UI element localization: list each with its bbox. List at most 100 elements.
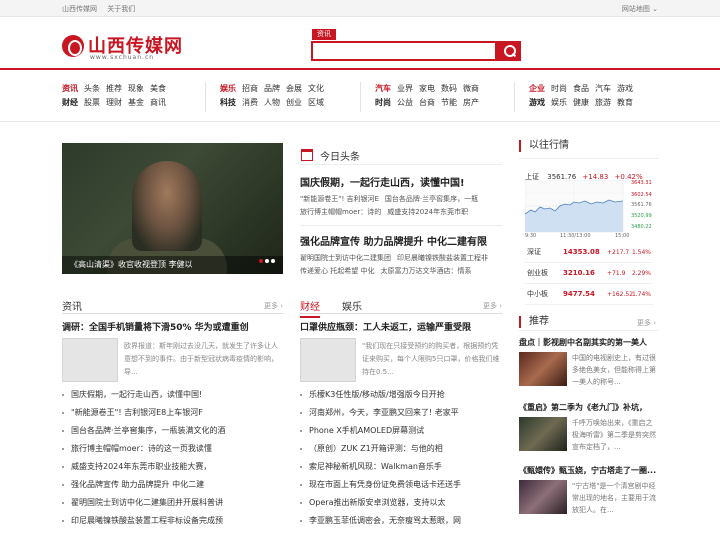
tab-caijing[interactable]: 财经	[300, 298, 320, 318]
nav-item[interactable]: 品牌	[264, 82, 280, 96]
nav-item[interactable]: 教育	[617, 96, 633, 110]
nav-item[interactable]: 推荐	[106, 82, 122, 96]
nav-item[interactable]: 理财	[106, 96, 122, 110]
nav-item[interactable]: 台商	[419, 96, 435, 110]
list-item[interactable]: 李亚鹏玉菲低调密会，无奈瘦骂太惹眼，网	[300, 512, 502, 530]
nav-item[interactable]: 业界	[397, 82, 413, 96]
nav-item[interactable]: 娱乐	[220, 82, 236, 96]
sub-link[interactable]: 传递爱心 托起希望 中化	[300, 267, 374, 275]
nav-item[interactable]: 时尚	[375, 96, 391, 110]
sub-link[interactable]: 旅行博主帽帽moer：诗的	[300, 208, 381, 216]
sitemap-link[interactable]: 网站地图 ⌄	[622, 4, 658, 14]
more-link[interactable]: 更多 ›	[483, 301, 502, 311]
list-item[interactable]: 河南郑州，今天，李亚鹏又回来了! 老家平	[300, 404, 502, 422]
slider-dot[interactable]	[259, 259, 263, 263]
rec-thumbnail[interactable]	[519, 480, 567, 514]
zixun-thumbnail[interactable]	[62, 338, 118, 382]
nav-item[interactable]: 旅游	[595, 96, 611, 110]
top-link-about[interactable]: 关于我们	[107, 5, 135, 13]
nav-item[interactable]: 商讯	[150, 96, 166, 110]
sitemap-label: 网站地图	[621, 5, 650, 13]
list-item[interactable]: Opera推出新版安卓浏览器，支持以太	[300, 494, 502, 512]
site-logo[interactable]: 山西传媒网 www.sxchuan.cn	[62, 35, 212, 61]
nav-item[interactable]: 娱乐	[551, 96, 567, 110]
list-item[interactable]: 威盛支持2024年东莞市职业技能大赛，	[62, 458, 283, 476]
rec-title[interactable]: 盘点｜影视剧中名副其实的第一美人	[519, 337, 659, 348]
rec-thumbnail[interactable]	[519, 352, 567, 386]
sub-link[interactable]: 国台各品牌·兰亭窖集序，一瓶	[385, 195, 478, 203]
list-item[interactable]: 索尼神秘新机风现：Walkman音乐手	[300, 458, 502, 476]
nav-item[interactable]: 创业	[286, 96, 302, 110]
search-button[interactable]	[497, 41, 521, 61]
top-link-home[interactable]: 山西传媒网	[62, 5, 97, 13]
more-link[interactable]: 更多 ›	[637, 318, 656, 328]
nav-item[interactable]: 健康	[573, 96, 589, 110]
list-item[interactable]: 翟明国院士到访中化二建集团并开展科普讲	[62, 494, 283, 512]
nav-item[interactable]: 汽车	[595, 82, 611, 96]
hero-slider[interactable]: 《高山清渠》收官收视登顶 李健以	[62, 143, 283, 274]
zixun-top-title[interactable]: 调研：全国手机销量将下滑50% 华为或遭重创	[62, 320, 249, 333]
nav-item[interactable]: 企业	[529, 82, 545, 96]
stock-row[interactable]: 深证 14353.08 +217.7 1.54%	[525, 242, 653, 263]
today-headline[interactable]: 强化品牌宣传 助力品牌提升 中化二建有限	[300, 233, 487, 248]
sub-link[interactable]: 印尼晨曦镍铁酸盐装置工程非	[397, 254, 488, 262]
search-tab[interactable]: 资讯	[312, 29, 336, 40]
nav-item[interactable]: 会展	[286, 82, 302, 96]
slider-dot[interactable]	[271, 259, 275, 263]
nav-item[interactable]: 游戏	[529, 96, 545, 110]
nav-item[interactable]: 文化	[308, 82, 324, 96]
nav-item[interactable]: 区域	[308, 96, 324, 110]
today-headline[interactable]: 国庆假期，一起行走山西，读懂中国!	[300, 174, 465, 189]
nav-item[interactable]: 家电	[419, 82, 435, 96]
nav-item[interactable]: 科技	[220, 96, 236, 110]
list-item[interactable]: Phone X手机AMOLED屏幕测试	[300, 422, 502, 440]
list-item[interactable]: 国庆假期，一起行走山西，读懂中国!	[62, 386, 283, 404]
section-title[interactable]: 资讯	[62, 298, 82, 316]
nav-item[interactable]: 微商	[463, 82, 479, 96]
nav-item[interactable]: 公益	[397, 96, 413, 110]
caijing-thumbnail[interactable]	[300, 338, 356, 382]
nav-item[interactable]: 人物	[264, 96, 280, 110]
nav-item[interactable]: 财经	[62, 96, 78, 110]
sub-link[interactable]: 威盛支持2024年东莞市职	[387, 208, 468, 216]
rec-title[interactable]: 《甄嬛传》甄玉娆，宁古塔走了一圈...	[519, 465, 659, 476]
hero-caption[interactable]: 《高山清渠》收官收视登顶 李健以	[62, 256, 283, 274]
slider-dot[interactable]	[265, 259, 269, 263]
nav-item[interactable]: 现象	[128, 82, 144, 96]
list-item[interactable]: 乐檬K3任性版/移动版/增强版今日开抢	[300, 386, 502, 404]
nav-item[interactable]: 消费	[242, 96, 258, 110]
caijing-top-title[interactable]: 口罩供应瓶颈：工人未返工，运输严重受限	[300, 320, 471, 333]
search-input[interactable]	[311, 41, 497, 61]
nav-item[interactable]: 头条	[84, 82, 100, 96]
nav-item[interactable]: 数码	[441, 82, 457, 96]
market-chart[interactable]	[525, 180, 653, 240]
rec-title[interactable]: 《重启》第二季为《老九门》补坑，	[519, 402, 659, 413]
list-item[interactable]: 印尼晨曦镍铁酸盐装置工程非标设备完成预	[62, 512, 283, 530]
nav-item[interactable]: 游戏	[617, 82, 633, 96]
nav-item[interactable]: 汽车	[375, 82, 391, 96]
more-link[interactable]: 更多 ›	[264, 301, 283, 311]
nav-item[interactable]: 资讯	[62, 82, 78, 96]
nav-item[interactable]: 基金	[128, 96, 144, 110]
nav-item[interactable]: 股票	[84, 96, 100, 110]
sub-link[interactable]: 太原富力万达文华酒店：情系	[380, 267, 471, 275]
list-item[interactable]: 旅行博主帽帽moer：诗的这一页我读懂	[62, 440, 283, 458]
list-item[interactable]: "新能源卷王"! 吉利银河E8上车银河F	[62, 404, 283, 422]
nav-item[interactable]: 时尚	[551, 82, 567, 96]
list-item[interactable]: 国台各品牌·兰亭窖集序，一瓶装满文化的酒	[62, 422, 283, 440]
nav-item[interactable]: 节能	[441, 96, 457, 110]
stock-row[interactable]: 创业板 3210.16 +71.9 2.29%	[525, 263, 653, 284]
tab-yule[interactable]: 娱乐	[342, 298, 362, 316]
list-item[interactable]: （原创）ZUK Z1开箱评测：与他的相	[300, 440, 502, 458]
stock-row[interactable]: 中小板 9477.54 +162.52 1.74%	[525, 284, 653, 305]
sub-link[interactable]: 翟明国院士到访中化二建集团	[300, 254, 391, 262]
nav-item[interactable]: 招商	[242, 82, 258, 96]
nav-item[interactable]: 食品	[573, 82, 589, 96]
stock-change: +217.7	[607, 249, 630, 256]
list-item[interactable]: 强化品牌宣传 助力品牌提升 中化二建	[62, 476, 283, 494]
list-item[interactable]: 现在市面上有凭身份证免费领电话卡还送手	[300, 476, 502, 494]
nav-item[interactable]: 房产	[463, 96, 479, 110]
rec-thumbnail[interactable]	[519, 417, 567, 451]
sub-link[interactable]: "新能源卷王"! 吉利银河E	[300, 195, 379, 203]
nav-item[interactable]: 美食	[150, 82, 166, 96]
